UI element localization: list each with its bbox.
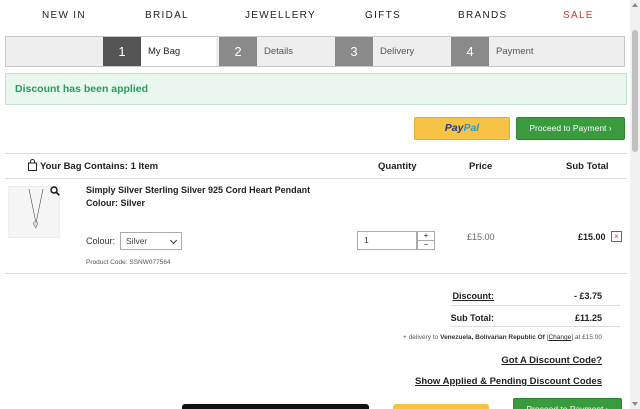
discount-applied-notice: Discount has been applied [5, 73, 627, 105]
paypal-logo-pal: Pal [463, 122, 480, 134]
show-discount-codes-link[interactable]: Show Applied & Pending Discount Codes [415, 376, 602, 387]
divider [450, 305, 620, 306]
step-1-label: My Bag [141, 37, 216, 66]
quantity-input[interactable]: 1 [357, 231, 417, 250]
delivery-prefix: + delivery to [403, 334, 439, 341]
step-4-label: Payment [496, 46, 534, 57]
scroll-up-arrow-icon[interactable] [632, 3, 638, 7]
product-name[interactable]: Simply Silver Sterling Silver 925 Cord H… [86, 185, 310, 195]
proceed-to-payment-button[interactable]: Proceed to Payment › [516, 117, 625, 140]
column-subtotal: Sub Total [566, 161, 609, 172]
remove-item-icon[interactable]: × [611, 231, 622, 242]
divider [5, 178, 627, 179]
item-price: £15.00 [467, 232, 495, 242]
quantity-decrease-button[interactable]: − [417, 240, 435, 250]
product-colour: Colour: Silver [86, 198, 146, 208]
delivery-change-link[interactable]: Change [548, 334, 571, 341]
step-4-number: 4 [451, 37, 489, 66]
page-scrollbar[interactable] [630, 0, 640, 409]
discount-value: - £3.75 [573, 291, 602, 301]
got-discount-code-link[interactable]: Got A Discount Code? [501, 355, 602, 366]
checkout-steps: 1 My Bag 2 Details 3 Delivery 4 Payment [5, 36, 625, 67]
zoom-icon[interactable] [50, 186, 60, 196]
nav-bridal[interactable]: BRIDAL [145, 10, 189, 21]
nav-brands[interactable]: BRANDS [458, 10, 507, 21]
scroll-down-arrow-icon[interactable] [632, 402, 638, 406]
delivery-note: + delivery to Venezuela, Bolivarian Repu… [403, 334, 602, 341]
nav-sale[interactable]: SALE [563, 10, 594, 21]
divider [450, 326, 620, 327]
column-quantity: Quantity [378, 161, 417, 172]
top-navigation: NEW IN BRIDAL JEWELLERY GIFTS BRANDS SAL… [0, 0, 630, 32]
step-3-label: Delivery [380, 46, 415, 57]
paypal-button[interactable]: PayPal [414, 117, 510, 140]
checkout-button-partial[interactable] [182, 404, 369, 409]
colour-select-value: Silver [126, 236, 148, 246]
item-subtotal: £15.00 [578, 232, 606, 242]
step-2-label: Details [264, 46, 294, 57]
chevron-down-icon [169, 236, 178, 245]
nav-new-in[interactable]: NEW IN [42, 10, 86, 21]
paypal-button-partial[interactable] [393, 404, 489, 409]
shopping-bag-icon [28, 159, 37, 171]
discount-label[interactable]: Discount: [453, 291, 495, 301]
divider [5, 273, 627, 274]
step-2-number: 2 [219, 37, 257, 66]
scrollbar-thumb[interactable] [632, 30, 638, 152]
column-price: Price [469, 161, 493, 172]
divider [5, 153, 627, 154]
nav-jewellery[interactable]: JEWELLERY [245, 10, 316, 21]
step-1-number: 1 [103, 37, 141, 66]
colour-select-label: Colour: [86, 236, 116, 246]
subtotal-value: £11.25 [574, 313, 602, 323]
step-3-number: 3 [335, 37, 373, 66]
product-code: Product Code: SSNW077564 [86, 259, 171, 266]
delivery-country: Venezuela, Bolivarian Republic Of [440, 334, 545, 341]
bag-contains-title: Your Bag Contains: 1 Item [40, 161, 159, 172]
delivery-cost: at £15.00 [574, 334, 602, 341]
proceed-to-payment-button-bottom[interactable]: Proceed to Payment › [513, 398, 622, 409]
subtotal-label: Sub Total: [450, 313, 494, 323]
colour-select[interactable]: Silver [120, 232, 182, 250]
nav-gifts[interactable]: GIFTS [365, 10, 401, 21]
paypal-logo-pay: Pay [444, 122, 464, 134]
